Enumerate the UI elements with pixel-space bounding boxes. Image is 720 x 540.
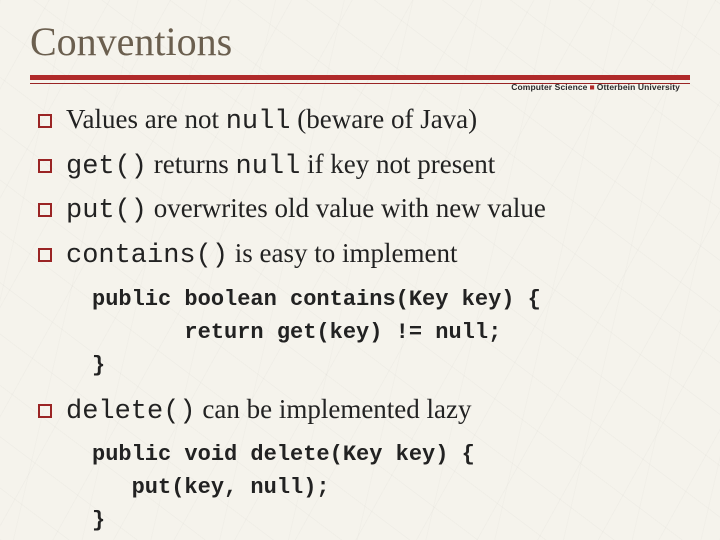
text-run: can be implemented lazy — [196, 394, 472, 424]
code-run: delete() — [66, 397, 196, 427]
affil-left: Computer Science — [511, 82, 587, 92]
list-item: contains() is easy to implement — [38, 236, 690, 275]
list-item: Values are not null (beware of Java) — [38, 102, 690, 141]
slide-title: Conventions — [30, 18, 690, 65]
list-item: get() returns null if key not present — [38, 147, 690, 186]
square-bullet-icon — [38, 203, 52, 217]
square-bullet-icon — [38, 159, 52, 173]
code-line: put(key, null); — [92, 475, 330, 500]
code-line: public boolean contains(Key key) { — [92, 287, 541, 312]
code-run: get() — [66, 152, 147, 182]
text-run: if key not present — [300, 149, 495, 179]
affil-right: Otterbein University — [597, 82, 680, 92]
square-bullet-icon — [38, 248, 52, 262]
square-bullet-icon — [38, 404, 52, 418]
code-block: public void delete(Key key) { put(key, n… — [92, 438, 690, 537]
bullet-text: put() overwrites old value with new valu… — [66, 191, 690, 230]
code-line: return get(key) != null; — [92, 320, 501, 345]
bullet-text: contains() is easy to implement — [66, 236, 690, 275]
bullet-text: get() returns null if key not present — [66, 147, 690, 186]
affiliation: Computer Science■Otterbein University — [511, 82, 680, 92]
slide: Conventions Computer Science■Otterbein U… — [0, 0, 720, 540]
code-line: } — [92, 353, 105, 378]
text-run: overwrites old value with new value — [147, 193, 546, 223]
text-run: Values are not — [66, 104, 226, 134]
code-line: public void delete(Key key) { — [92, 442, 475, 467]
code-line: } — [92, 508, 105, 533]
text-run: (beware of Java) — [291, 104, 478, 134]
rule-thick — [30, 75, 690, 80]
list-item: delete() can be implemented lazy — [38, 392, 690, 431]
content-area: Values are not null (beware of Java) get… — [30, 102, 690, 537]
bullet-text: Values are not null (beware of Java) — [66, 102, 690, 141]
bullet-dot-icon: ■ — [590, 82, 595, 92]
list-item: put() overwrites old value with new valu… — [38, 191, 690, 230]
code-run: contains() — [66, 241, 228, 271]
text-run: returns — [147, 149, 235, 179]
code-run: put() — [66, 196, 147, 226]
code-block: public boolean contains(Key key) { retur… — [92, 283, 690, 382]
code-run: null — [236, 152, 301, 182]
code-run: null — [226, 107, 291, 137]
text-run: is easy to implement — [228, 238, 457, 268]
bullet-text: delete() can be implemented lazy — [66, 392, 690, 431]
square-bullet-icon — [38, 114, 52, 128]
